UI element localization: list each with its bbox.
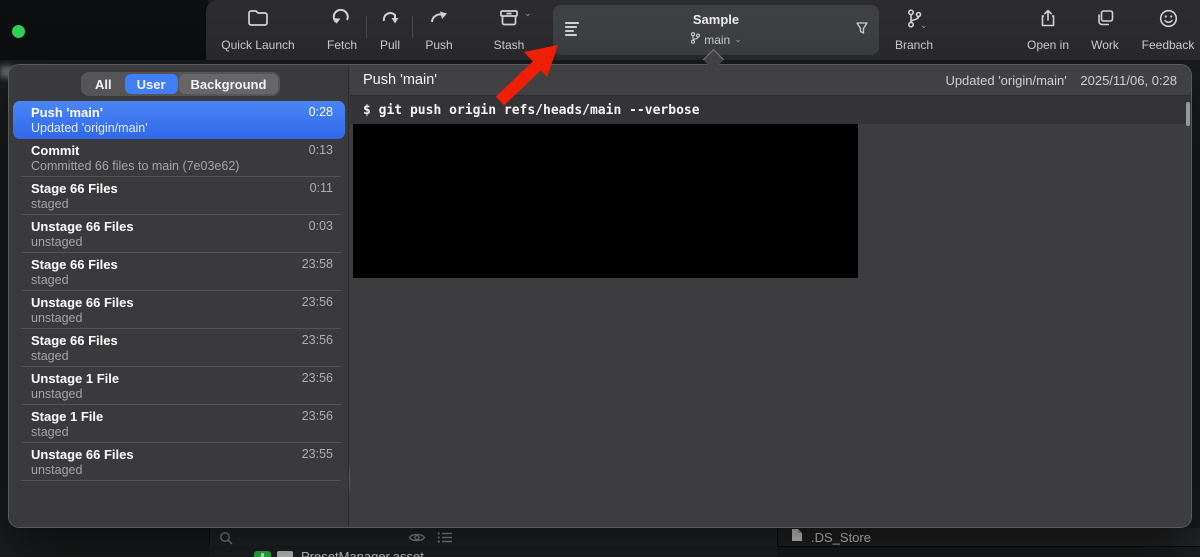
detail-status: Updated 'origin/main' 2025/11/06, 0:28: [945, 73, 1177, 88]
share-icon: [1039, 9, 1057, 28]
push-button[interactable]: Push: [416, 6, 462, 56]
feedback-button[interactable]: Feedback: [1136, 6, 1200, 56]
branch-chevron-down-icon[interactable]: ⌄: [734, 34, 742, 45]
activity-row-stage[interactable]: Stage 66 Files staged 23:58: [13, 253, 345, 291]
tab-all[interactable]: All: [83, 74, 124, 94]
list-view-icon[interactable]: [437, 531, 453, 544]
stash-chevron-down-icon[interactable]: ⌄: [524, 8, 532, 19]
file-row[interactable]: PresetManager.asset: [209, 546, 777, 557]
toolbar-separator: [412, 16, 413, 38]
quick-launch-label: Quick Launch: [221, 38, 295, 52]
stash-label: Stash: [493, 38, 525, 52]
git-branch-icon: [690, 32, 701, 47]
activity-row-unstage-one[interactable]: Unstage 1 File unstaged 23:56: [13, 367, 345, 405]
activity-row-stage[interactable]: Stage 66 Files staged 0:11: [13, 177, 345, 215]
background-window-bottom: PresetManager.asset .DS_Store: [0, 528, 1200, 557]
branch-button[interactable]: Branch: [886, 6, 942, 56]
background-window-corner: [0, 0, 208, 60]
activity-list-panel: All User Background Push 'main' Updated …: [9, 65, 349, 527]
file-row[interactable]: .DS_Store: [777, 528, 1200, 547]
stash-box-icon: [498, 9, 520, 27]
activity-list: Push 'main' Updated 'origin/main' 0:28 C…: [9, 101, 349, 481]
detail-header: Push 'main' Updated 'origin/main' 2025/1…: [350, 65, 1191, 96]
folder-icon: [247, 9, 269, 27]
file-thumbnail-icon: [277, 551, 293, 557]
fetch-arrow-icon: [331, 9, 353, 27]
traffic-light-green-button[interactable]: [12, 25, 25, 38]
detail-title: Push 'main': [363, 72, 438, 88]
activity-popover: All User Background Push 'main' Updated …: [8, 64, 1192, 528]
work-button[interactable]: Work: [1080, 6, 1130, 56]
file-name: .DS_Store: [811, 529, 871, 545]
activity-row-unstage[interactable]: Unstage 66 Files unstaged 23:55: [13, 443, 345, 481]
activity-row-stage[interactable]: Stage 66 Files staged 23:56: [13, 329, 345, 367]
smiley-icon: [1159, 9, 1178, 28]
activity-row-commit[interactable]: Commit Committed 66 files to main (7e03e…: [13, 139, 345, 177]
activity-row-stage-one[interactable]: Stage 1 File staged 23:56: [13, 405, 345, 443]
tab-user[interactable]: User: [124, 74, 178, 94]
detail-timestamp: 2025/11/06, 0:28: [1080, 73, 1177, 88]
detail-status-text: Updated 'origin/main': [945, 73, 1067, 88]
push-label: Push: [425, 38, 453, 52]
git-command-text: $ git push origin refs/heads/main --verb…: [363, 102, 700, 118]
feedback-label: Feedback: [1141, 38, 1195, 52]
activity-detail-panel: Push 'main' Updated 'origin/main' 2025/1…: [350, 65, 1191, 527]
repo-title: Sample: [692, 12, 740, 27]
work-label: Work: [1091, 38, 1119, 52]
fetch-button[interactable]: Fetch: [318, 6, 366, 56]
file-name: PresetManager.asset: [301, 548, 424, 557]
scrollbar-thumb[interactable]: [1186, 102, 1190, 126]
activity-filter-tabs: All User Background: [81, 72, 281, 96]
document-icon: [791, 528, 803, 547]
tab-background[interactable]: Background: [178, 74, 279, 94]
asset-badge-icon: [254, 550, 271, 557]
pull-arrow-icon: [380, 9, 400, 27]
filter-funnel-icon[interactable]: [855, 21, 869, 40]
fetch-label: Fetch: [326, 38, 357, 52]
app-window: Quick Launch Fetch Pull Push Stash ⌄ Sam…: [0, 0, 1200, 557]
toolbar-separator: [366, 16, 367, 38]
open-in-label: Open in: [1026, 38, 1070, 52]
git-command-row: $ git push origin refs/heads/main --verb…: [350, 96, 1191, 124]
quick-launch-button[interactable]: Quick Launch: [214, 6, 302, 56]
open-in-button[interactable]: Open in: [1018, 6, 1078, 56]
activity-row-unstage[interactable]: Unstage 66 Files unstaged 23:56: [13, 291, 345, 329]
eye-icon[interactable]: [408, 531, 426, 544]
current-branch-label[interactable]: main: [704, 33, 730, 47]
branch-chevron-down-icon[interactable]: ⌄: [920, 20, 928, 31]
activity-row-unstage[interactable]: Unstage 66 Files unstaged 0:03: [13, 215, 345, 253]
activity-row-push-main[interactable]: Push 'main' Updated 'origin/main' 0:28: [13, 101, 345, 139]
push-arrow-icon: [429, 9, 449, 27]
repo-status-box[interactable]: Sample main ⌄: [553, 5, 879, 55]
layers-icon: [1096, 9, 1115, 27]
console-output-redacted: [353, 124, 858, 278]
pull-button[interactable]: Pull: [370, 6, 410, 56]
file-filter-bar: [209, 528, 777, 547]
branch-label: Branch: [894, 38, 934, 52]
search-icon[interactable]: [219, 531, 233, 545]
pull-label: Pull: [379, 38, 400, 52]
